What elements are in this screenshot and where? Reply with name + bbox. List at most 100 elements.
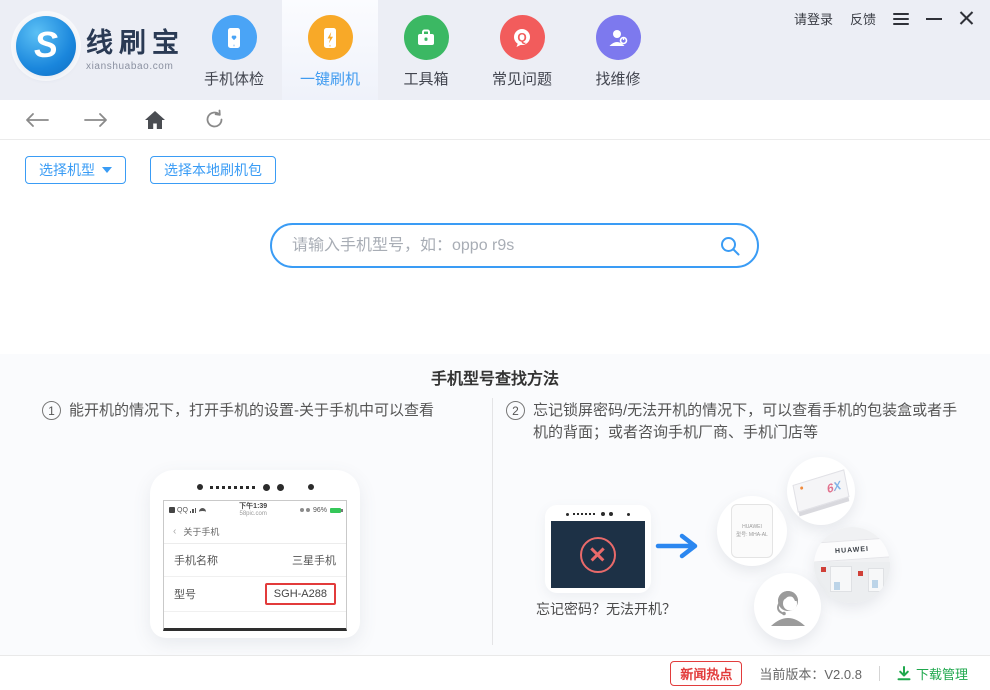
status-site: 58pic.com [239, 511, 267, 518]
nav-label: 工具箱 [403, 71, 449, 88]
close-icon[interactable] [959, 11, 974, 26]
location-icon [299, 508, 304, 513]
nav-label: 一键刷机 [299, 71, 360, 88]
select-model-label: 选择机型 [39, 162, 95, 178]
settings-phone-illustration: QQ 下午1:39 58pic.com 96% ‹ 关于手机 手机名称 三星手机 [150, 470, 360, 638]
home-button[interactable] [142, 107, 168, 133]
status-footer: 新闻热点 当前版本：V2.0.8 下载管理 [0, 655, 990, 690]
about-phone-header: ‹ 关于手机 [164, 519, 346, 544]
about-phone-title: 关于手机 [183, 526, 220, 537]
news-hotspot-badge[interactable]: 新闻热点 [670, 660, 743, 686]
back-chevron-icon: ‹ [173, 525, 177, 537]
locked-caption: 忘记密码？无法开机？ [536, 601, 676, 617]
guide-step-1: 1 能开机的情况下，打开手机的设置-关于手机中可以查看 [42, 400, 487, 422]
action-button-row: 选择机型 选择本地刷机包 [25, 156, 276, 184]
nav-item-one-key-flash[interactable]: 一键刷机 [282, 0, 378, 100]
guide-step-2: 2 忘记锁屏密码/无法开机的情况下，可以查看手机的包装盒或者手机的背面；或者咨询… [506, 400, 958, 444]
download-manager-link[interactable]: 下载管理 [897, 664, 968, 683]
brand-logo: S 线刷宝 xianshuabao.com [16, 16, 185, 76]
model-search-box [270, 223, 759, 268]
phone-name-label: 手机名称 [174, 554, 218, 567]
locked-screen [551, 521, 645, 588]
brand-name: 线刷宝 [86, 27, 185, 58]
one-key-flash-icon [307, 15, 353, 60]
phone-speaker-decoration [150, 470, 360, 496]
step-2-number: 2 [506, 401, 525, 420]
menu-icon[interactable] [893, 10, 909, 28]
box-model-label: 6X [825, 477, 843, 497]
carrier-icon [169, 507, 175, 514]
guide-title: 手机型号查找方法 [430, 371, 559, 388]
nav-item-toolbox[interactable]: 工具箱 [378, 0, 474, 100]
chevron-down-icon [102, 167, 112, 173]
status-time: 下午1:39 [239, 503, 268, 510]
logo-icon: S [16, 16, 76, 76]
nav-item-repair[interactable]: 找维修 [570, 0, 666, 100]
version-label: 当前版本：V2.0.8 [759, 666, 862, 682]
refresh-button[interactable] [201, 107, 227, 133]
phone-back-model: 型号: MHA-AL [736, 532, 768, 538]
packaging-box: 6X [792, 469, 850, 513]
phone-model-value-highlight: SGH-A288 [264, 582, 336, 605]
phone-store-bubble: HUAWEI [814, 527, 890, 603]
select-local-package-button[interactable]: 选择本地刷机包 [150, 156, 276, 184]
search-input[interactable] [292, 236, 719, 255]
download-manager-label: 下载管理 [915, 666, 968, 682]
phone-back-brand: HUAWEI [742, 524, 762, 530]
battery-icon [329, 507, 343, 513]
step-1-text: 能开机的情况下，打开手机的设置-关于手机中可以查看 [69, 402, 434, 419]
svg-text:Q: Q [517, 30, 526, 44]
main-nav: 手机体检 一键刷机 工具箱 Q 常见问题 找维修 [186, 0, 666, 100]
phone-model-label: 型号 [174, 588, 196, 601]
carrier-label: QQ [177, 506, 188, 514]
phone-screen: QQ 下午1:39 58pic.com 96% ‹ 关于手机 手机名称 三星手机 [163, 500, 347, 631]
brand-domain: xianshuabao.com [86, 60, 174, 72]
repair-icon [595, 15, 641, 60]
window-controls: 请登录 反馈 [794, 9, 974, 28]
customer-service-bubble [754, 573, 821, 640]
feedback-link[interactable]: 反馈 [850, 9, 876, 28]
status-bar: QQ 下午1:39 58pic.com 96% [164, 501, 346, 519]
box-dot-decoration [799, 486, 804, 490]
support-agent-icon [770, 590, 805, 626]
faq-icon: Q [499, 15, 545, 60]
app-header: S 线刷宝 xianshuabao.com 手机体检 一键刷机 工具箱 Q 常见… [0, 0, 990, 100]
signal-icon [189, 507, 197, 513]
right-arrow-icon [655, 533, 698, 559]
nav-item-faq[interactable]: Q 常见问题 [474, 0, 570, 100]
footer-divider [878, 665, 880, 681]
search-icon[interactable] [719, 235, 741, 257]
column-divider [492, 398, 493, 645]
store-brand-label: HUAWEI [834, 545, 870, 555]
store-sign: HUAWEI [814, 536, 890, 564]
browser-toolbar [0, 100, 990, 140]
storefront: HUAWEI [814, 527, 890, 603]
phone-back-bubble: HUAWEI 型号: MHA-AL [717, 496, 787, 566]
phone-speaker-decoration [545, 505, 651, 518]
battery-percent: 96% [312, 506, 327, 514]
nav-item-phone-check[interactable]: 手机体检 [186, 0, 282, 100]
wifi-icon [199, 508, 207, 512]
step-2-text: 忘记锁屏密码/无法开机的情况下，可以查看手机的包装盒或者手机的背面；或者咨询手机… [533, 402, 958, 441]
nav-label: 手机体检 [203, 71, 264, 88]
error-cross-icon [580, 536, 616, 573]
phone-back-card: HUAWEI 型号: MHA-AL [731, 504, 773, 558]
phone-name-row: 手机名称 三星手机 [164, 544, 346, 577]
select-model-button[interactable]: 选择机型 [25, 156, 126, 184]
nav-label: 找维修 [595, 71, 641, 88]
select-local-package-label: 选择本地刷机包 [164, 162, 262, 178]
locked-phone-illustration [545, 505, 651, 593]
phone-check-icon [211, 15, 257, 60]
download-icon [897, 665, 911, 680]
toolbox-icon [403, 15, 449, 60]
back-button[interactable] [24, 107, 50, 133]
minimize-icon[interactable] [926, 17, 942, 20]
phone-model-row: 型号 SGH-A288 [164, 577, 346, 612]
forward-button[interactable] [83, 107, 109, 133]
step-1-number: 1 [42, 401, 61, 420]
packaging-box-bubble: 6X [787, 457, 855, 525]
nav-label: 常见问题 [491, 71, 552, 88]
phone-name-value: 三星手机 [292, 554, 336, 567]
login-link[interactable]: 请登录 [794, 9, 833, 28]
shield-icon [305, 508, 310, 513]
